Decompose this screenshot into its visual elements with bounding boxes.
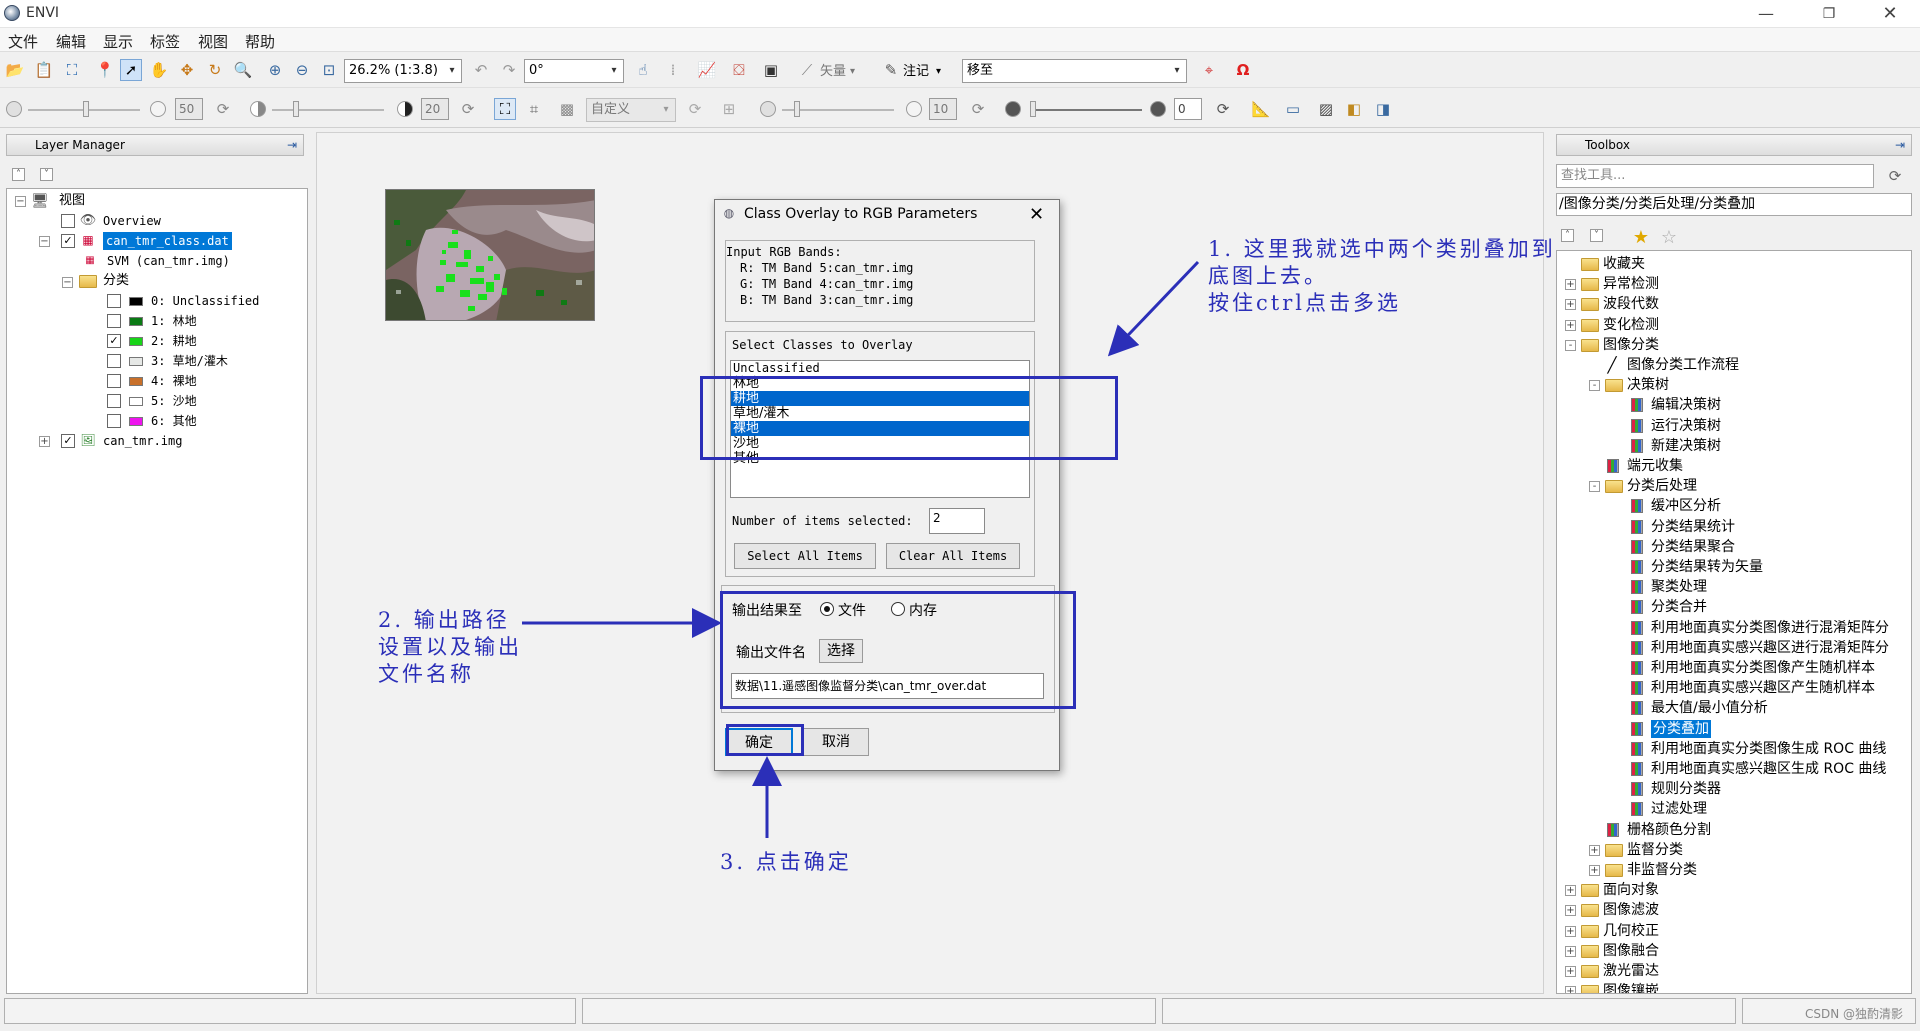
annotation-note-2: 2. 输出路径 设置以及输出 文件名称 — [378, 608, 522, 686]
annotation-note-3: 3. 点击确定 — [720, 850, 852, 874]
annotation-note-1: 1. 这里我就选中两个类别叠加到 底图上去。 按住ctrl点击多选 — [1208, 237, 1556, 315]
watermark: CSDN @独酌清影 — [1805, 1007, 1904, 1021]
status-segment-1 — [4, 998, 576, 1024]
status-segment-3 — [1162, 998, 1736, 1024]
status-segment-2 — [582, 998, 1156, 1024]
annotation-arrows — [522, 260, 1200, 838]
